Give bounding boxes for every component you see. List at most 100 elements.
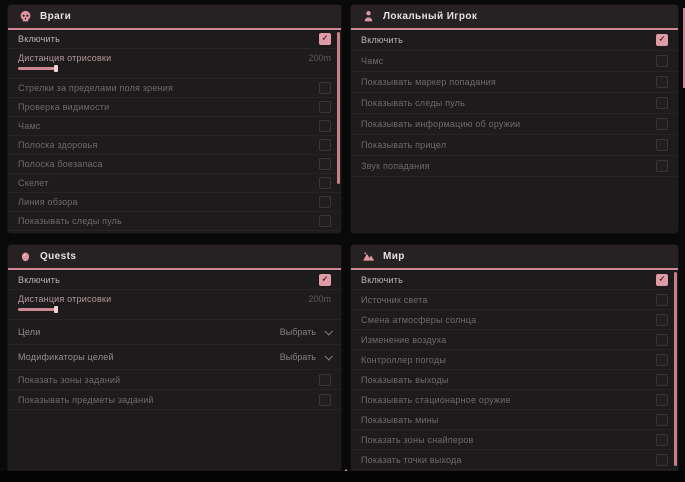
slider[interactable]	[18, 67, 153, 70]
checkbox[interactable]	[319, 215, 331, 227]
row-toggle[interactable]: Показать зоны заданий	[8, 370, 341, 390]
chevron-down-icon	[324, 352, 332, 360]
row-toggle[interactable]: Показывать информацию об оружии	[351, 114, 678, 135]
checkbox[interactable]	[319, 394, 331, 406]
row-slider[interactable]: Дистанция отрисовки200m	[8, 290, 341, 320]
row-label: Показывать следы пуль	[18, 216, 122, 226]
row-toggle[interactable]: Полоска здоровья	[8, 136, 341, 155]
slider[interactable]	[18, 308, 153, 311]
panel-quests: Quests Включить✓Дистанция отрисовки200mЦ…	[8, 245, 341, 471]
row-label: Показывать информацию об оружии	[361, 119, 520, 129]
checkbox[interactable]	[319, 374, 331, 386]
checkbox[interactable]: ✓	[656, 274, 668, 286]
row-toggle[interactable]: Изменение воздуха	[351, 330, 678, 350]
bottom-bar	[0, 471, 685, 482]
panel-world: Мир Включить✓ Источник света Смена атмосфе…	[351, 245, 678, 471]
row-toggle[interactable]: Чамс	[351, 51, 678, 72]
row-toggle[interactable]: Показать зоны снайперов	[351, 430, 678, 450]
row-label: Изменение воздуха	[361, 335, 446, 345]
row-toggle[interactable]: Показывать следы пуль	[351, 93, 678, 114]
row-dropdown[interactable]: ЦелиВыбрать	[8, 320, 341, 345]
panel-quests-header: Quests	[8, 245, 341, 270]
row-toggle[interactable]: Включить✓	[351, 270, 678, 290]
row-label: Стрелки за пределами поля зрения	[18, 83, 173, 93]
row-toggle[interactable]: Показать точки выхода	[351, 450, 678, 470]
row-toggle[interactable]: Контроллер погоды	[351, 350, 678, 370]
panel-body: Включить✓ Чамс Показывать маркер попадания…	[351, 30, 678, 233]
checkbox[interactable]	[656, 454, 668, 466]
panel-rows: Включить✓Дистанция отрисовки200mЦелиВыбр…	[8, 270, 341, 471]
panel-enemies-header: Враги	[8, 5, 341, 30]
checkbox[interactable]	[319, 177, 331, 189]
checkbox[interactable]	[319, 120, 331, 132]
checkbox[interactable]: ✓	[656, 34, 668, 46]
row-toggle[interactable]: Показывать следы пуль	[8, 212, 341, 231]
row-toggle[interactable]: Показывать маркер попадания	[351, 72, 678, 93]
dropdown-control[interactable]: Выбрать	[280, 352, 331, 362]
row-toggle[interactable]: Звук попадания	[351, 156, 678, 177]
dropdown-control[interactable]: Выбрать	[280, 327, 331, 337]
row-toggle[interactable]: Показывать предметы заданий	[8, 390, 341, 410]
checkbox[interactable]	[656, 314, 668, 326]
row-label: Показать точки выхода	[361, 455, 462, 465]
row-toggle[interactable]: Линия обзора	[8, 193, 341, 212]
panel-world-header: Мир	[351, 245, 678, 270]
row-toggle[interactable]: Показывать мины	[351, 410, 678, 430]
checkbox[interactable]	[656, 374, 668, 386]
row-label: Линия обзора	[18, 197, 78, 207]
panel-enemies: Враги Включить✓Дистанция отрисовки200m Ст…	[8, 5, 341, 233]
row-toggle[interactable]: Показывать стационарное оружие	[351, 390, 678, 410]
panel-scrollbar[interactable]	[674, 272, 677, 466]
mountain-icon	[361, 250, 375, 264]
checkbox[interactable]	[319, 158, 331, 170]
row-toggle[interactable]: Включить✓	[351, 30, 678, 51]
row-slider[interactable]: Дистанция отрисовки200m	[8, 49, 341, 79]
row-label: Источник света	[361, 295, 428, 305]
checkbox[interactable]	[656, 434, 668, 446]
row-label: Смена атмосферы солнца	[361, 315, 476, 325]
row-toggle[interactable]: Стрелки за пределами поля зрения	[8, 79, 341, 98]
slider-handle[interactable]	[54, 306, 58, 313]
checkbox[interactable]	[319, 101, 331, 113]
checkbox[interactable]	[656, 160, 668, 172]
checkbox[interactable]	[656, 76, 668, 88]
row-toggle[interactable]: Источник света	[351, 290, 678, 310]
row-toggle[interactable]: Показывать прицел	[351, 135, 678, 156]
row-dropdown[interactable]: Модификаторы целейВыбрать	[8, 345, 341, 370]
row-label: Проверка видимости	[18, 102, 109, 112]
row-toggle[interactable]: Чамс	[8, 117, 341, 136]
panel-rows: Включить✓ Чамс Показывать маркер попадания…	[351, 30, 678, 233]
row-toggle[interactable]: Включить✓	[8, 270, 341, 290]
row-toggle[interactable]: Полоска боезапаса	[8, 155, 341, 174]
row-toggle[interactable]: Смена атмосферы солнца	[351, 310, 678, 330]
row-label: Полоска боезапаса	[18, 159, 103, 169]
checkbox[interactable]	[656, 354, 668, 366]
checkbox[interactable]	[656, 118, 668, 130]
row-label: Контроллер погоды	[361, 355, 446, 365]
row-toggle[interactable]: Включить✓	[8, 30, 341, 49]
checkbox[interactable]	[319, 196, 331, 208]
checkbox[interactable]	[319, 139, 331, 151]
row-label: Чамс	[361, 56, 384, 66]
checkbox[interactable]	[656, 334, 668, 346]
row-toggle[interactable]: Скелет	[8, 174, 341, 193]
checkbox[interactable]	[656, 394, 668, 406]
row-toggle[interactable]: Показывать выходы	[351, 370, 678, 390]
row-toggle[interactable]: Проверка видимости	[8, 98, 341, 117]
checkbox[interactable]	[319, 82, 331, 94]
checkbox[interactable]	[656, 414, 668, 426]
checkbox[interactable]	[656, 294, 668, 306]
checkbox[interactable]	[656, 139, 668, 151]
panel-scrollbar[interactable]	[337, 32, 340, 184]
dropdown-value: Выбрать	[280, 352, 316, 362]
skull-icon	[18, 10, 32, 24]
checkbox[interactable]	[656, 55, 668, 67]
panel-body: Включить✓Дистанция отрисовки200m Стрелки …	[8, 30, 341, 233]
checkbox[interactable]: ✓	[319, 274, 331, 286]
slider-fill	[18, 67, 56, 70]
row-label: Показать зоны заданий	[18, 375, 120, 385]
checkbox[interactable]	[656, 97, 668, 109]
slider-value: 200m	[308, 53, 331, 63]
checkbox[interactable]: ✓	[319, 33, 331, 45]
slider-handle[interactable]	[54, 65, 58, 72]
